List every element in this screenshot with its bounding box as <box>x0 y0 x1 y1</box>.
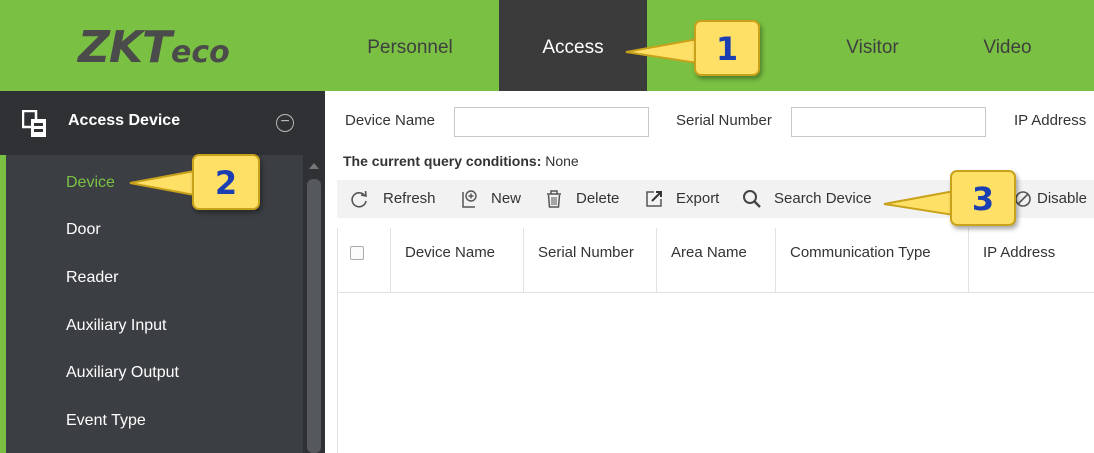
scrollbar-thumb[interactable] <box>307 179 321 453</box>
sidebar-header-label: Access Device <box>68 112 181 129</box>
top-navigation-bar: ZKTeco Personnel Access Visitor Video <box>0 0 1094 91</box>
column-communication-type[interactable]: Communication Type <box>776 228 969 293</box>
new-label: New <box>491 190 522 207</box>
refresh-button[interactable]: Refresh <box>349 180 443 218</box>
delete-label: Delete <box>576 190 620 207</box>
callout-3-badge: 3 <box>950 170 1016 226</box>
delete-button[interactable]: Delete <box>544 180 629 218</box>
sidebar-item-event-type[interactable]: Event Type <box>66 412 146 430</box>
callout-2-badge: 2 <box>192 154 260 210</box>
select-all-column <box>338 228 391 293</box>
query-conditions-value: None <box>545 153 579 169</box>
device-table: Device Name Serial Number Area Name Comm… <box>337 228 1094 453</box>
search-device-label: Search Device <box>774 190 872 207</box>
device-name-filter-label: Device Name <box>345 112 436 129</box>
disable-button[interactable]: Disable <box>1013 180 1094 218</box>
query-conditions-label: The current query conditions: <box>343 153 542 169</box>
sidebar-item-device[interactable]: Device <box>66 174 115 192</box>
callout-2: 2 <box>128 152 268 214</box>
select-all-checkbox[interactable] <box>350 246 364 260</box>
disable-label: Disable <box>1037 190 1088 207</box>
access-device-icon <box>22 110 46 137</box>
column-serial-number[interactable]: Serial Number <box>524 228 657 293</box>
refresh-icon <box>351 190 367 208</box>
logo-suffix: eco <box>171 35 230 70</box>
serial-number-filter-input[interactable] <box>791 107 986 137</box>
tab-personnel[interactable]: Personnel <box>330 0 490 91</box>
logo-main: ZKT <box>78 22 172 73</box>
sidebar-item-reader[interactable]: Reader <box>66 269 118 287</box>
add-document-icon <box>462 190 477 208</box>
trash-icon <box>547 190 561 208</box>
column-area-name[interactable]: Area Name <box>657 228 776 293</box>
tab-video[interactable]: Video <box>945 0 1070 91</box>
callout-3: 3 <box>882 168 1024 230</box>
search-icon <box>743 190 761 208</box>
sidebar-item-door[interactable]: Door <box>66 221 101 239</box>
export-icon <box>646 191 662 207</box>
sidebar-scrollbar[interactable] <box>303 155 325 453</box>
tab-visitor[interactable]: Visitor <box>800 0 945 91</box>
ip-address-filter-label: IP Address <box>1014 112 1087 129</box>
export-label: Export <box>676 190 720 207</box>
new-button[interactable]: New <box>459 180 529 218</box>
query-conditions: The current query conditions: None <box>343 153 579 169</box>
scroll-up-icon[interactable] <box>309 163 319 169</box>
callout-1-badge: 1 <box>694 20 760 76</box>
sidebar-item-auxiliary-input[interactable]: Auxiliary Input <box>66 317 167 335</box>
refresh-label: Refresh <box>383 190 436 207</box>
column-device-name[interactable]: Device Name <box>391 228 524 293</box>
sidebar: Access Device − Device Door Reader Auxil… <box>0 91 325 453</box>
zkteco-logo: ZKTeco <box>78 26 230 70</box>
export-button[interactable]: Export <box>644 180 729 218</box>
sidebar-active-accent <box>0 155 6 453</box>
callout-1: 1 <box>620 16 770 82</box>
sidebar-item-auxiliary-output[interactable]: Auxiliary Output <box>66 364 179 382</box>
serial-number-filter-label: Serial Number <box>676 112 772 129</box>
main-content: Device Name Serial Number IP Address The… <box>325 91 1094 453</box>
device-name-filter-input[interactable] <box>454 107 649 137</box>
sidebar-header-access-device[interactable]: Access Device − <box>0 91 325 155</box>
column-ip-address[interactable]: IP Address <box>969 228 1094 293</box>
search-device-button[interactable]: Search Device <box>742 180 892 218</box>
collapse-icon[interactable]: − <box>276 114 294 132</box>
table-header: Device Name Serial Number Area Name Comm… <box>338 228 1094 293</box>
